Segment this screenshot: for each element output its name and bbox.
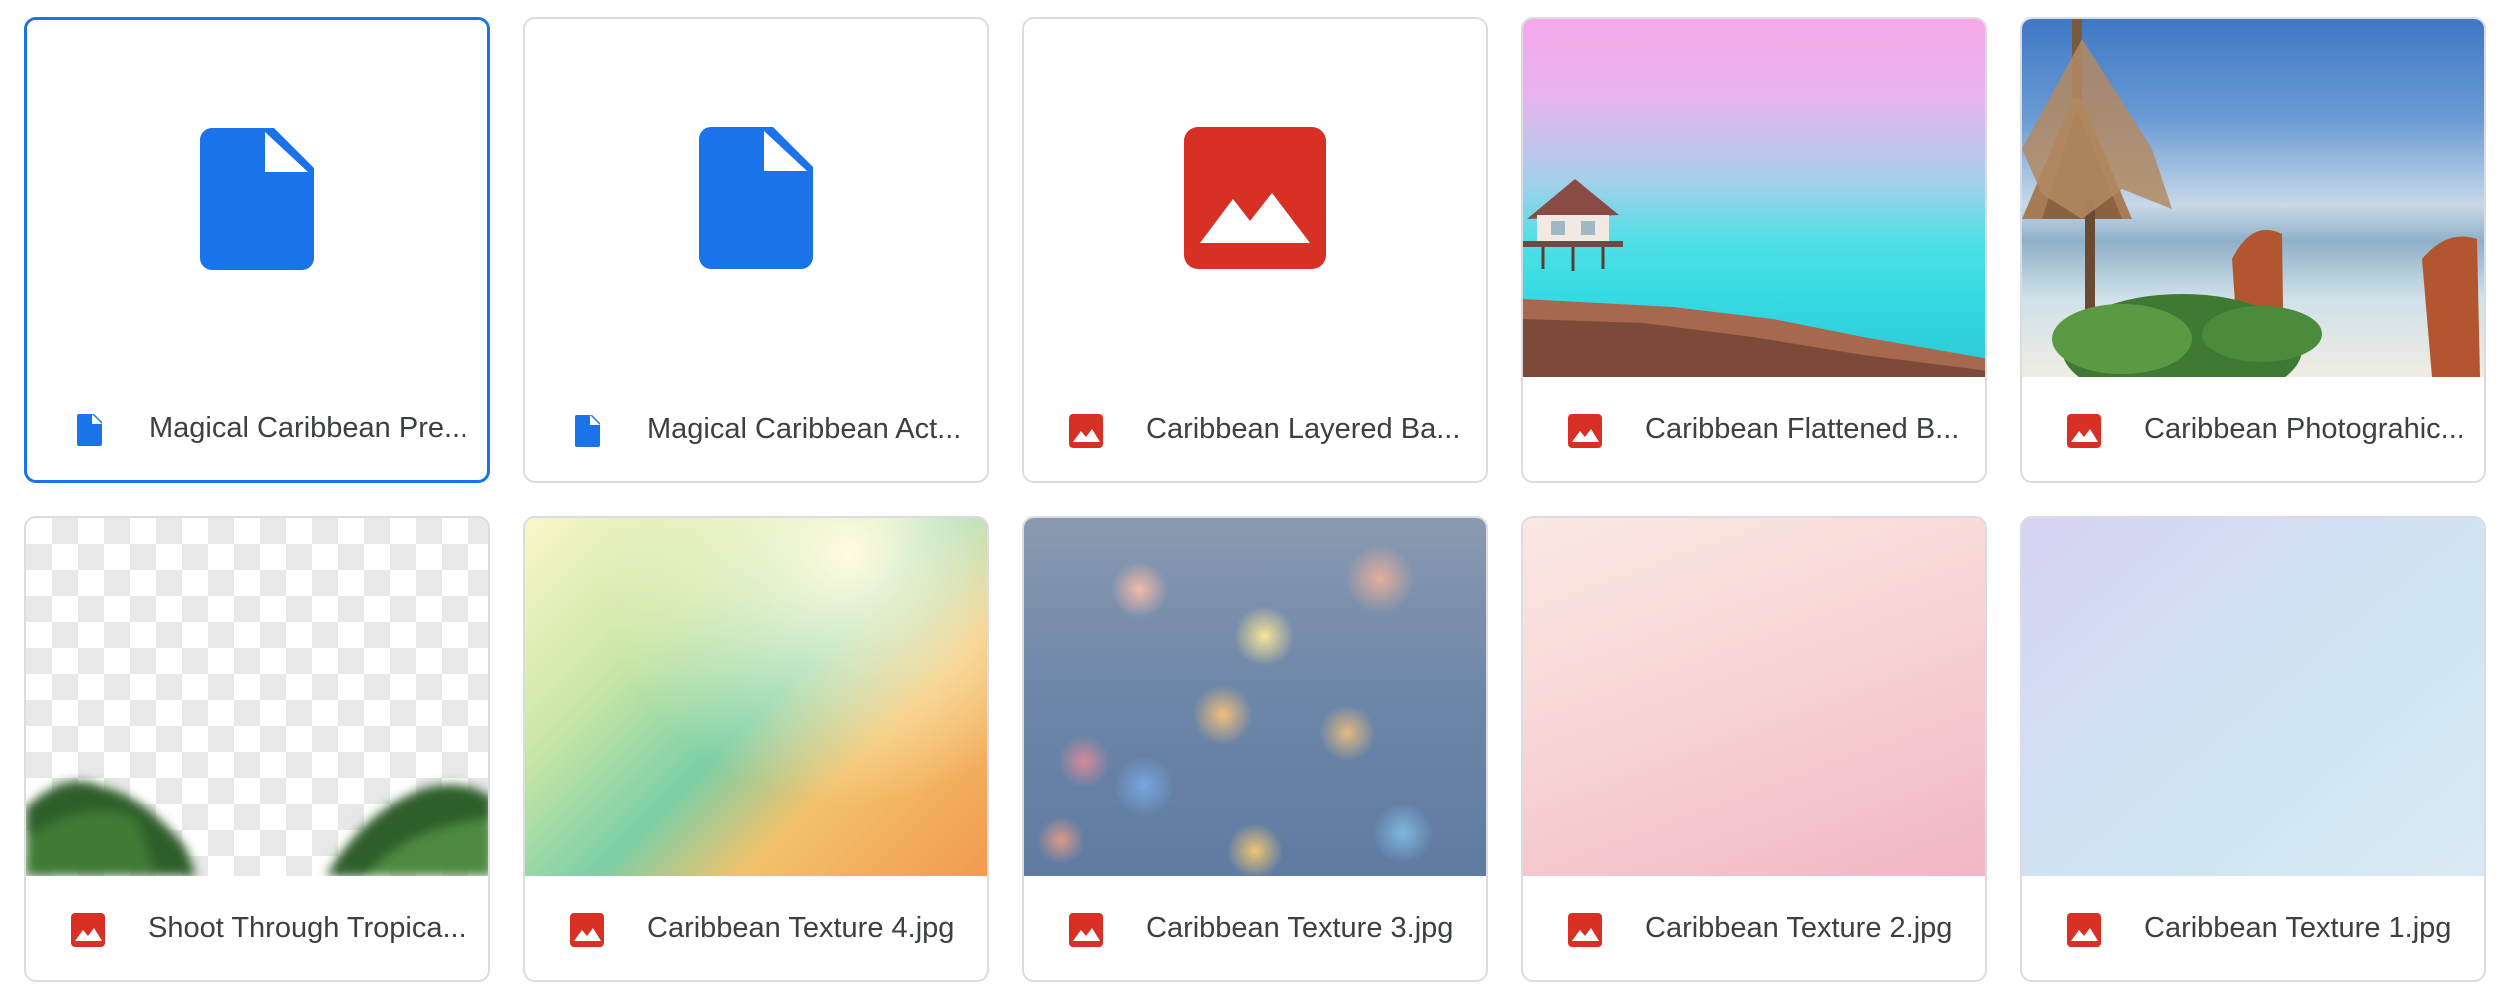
file-card-caribbean-flattened[interactable]: Caribbean Flattened B...: [1521, 17, 1987, 483]
image-icon: [2067, 913, 2101, 947]
image-thumbnail: [2022, 19, 2484, 377]
image-icon: [2067, 414, 2101, 448]
document-icon: [77, 414, 102, 446]
file-card-caribbean-texture-3[interactable]: Caribbean Texture 3.jpg: [1022, 516, 1488, 982]
document-icon: [200, 128, 314, 270]
file-name: Caribbean Texture 1.jpg: [2144, 912, 2452, 944]
image-icon: [1568, 414, 1602, 448]
image-icon: [570, 913, 604, 947]
file-name: Caribbean Texture 4.jpg: [647, 912, 955, 944]
document-icon: [699, 127, 813, 269]
file-footer: Caribbean Texture 2.jpg: [1523, 874, 1985, 980]
image-icon: [1069, 414, 1103, 448]
file-name: Caribbean Photograhic...: [2144, 413, 2462, 445]
file-card-magical-caribbean-pre[interactable]: Magical Caribbean Pre...: [24, 17, 490, 483]
file-preview: [1024, 19, 1486, 377]
file-card-caribbean-texture-4[interactable]: Caribbean Texture 4.jpg: [523, 516, 989, 982]
image-icon: [71, 913, 105, 947]
file-name: Shoot Through Tropica...: [148, 912, 466, 944]
file-card-caribbean-layered[interactable]: Caribbean Layered Ba...: [1022, 17, 1488, 483]
file-card-caribbean-texture-2[interactable]: Caribbean Texture 2.jpg: [1521, 516, 1987, 982]
file-footer: Caribbean Layered Ba...: [1024, 375, 1486, 481]
image-icon: [1184, 127, 1326, 269]
image-thumbnail: [525, 518, 987, 876]
resort-scene-art: [1523, 179, 1985, 377]
image-icon: [1069, 913, 1103, 947]
image-thumbnail: [26, 518, 488, 876]
file-card-shoot-through-tropical[interactable]: Shoot Through Tropica...: [24, 516, 490, 982]
file-footer: Caribbean Flattened B...: [1523, 375, 1985, 481]
file-footer: Magical Caribbean Pre...: [27, 374, 487, 480]
palm-leaves-art: [26, 781, 488, 876]
file-card-caribbean-photograhic[interactable]: Caribbean Photograhic...: [2020, 17, 2486, 483]
file-footer: Caribbean Texture 1.jpg: [2022, 874, 2484, 980]
file-card-caribbean-texture-1[interactable]: Caribbean Texture 1.jpg: [2020, 516, 2486, 982]
image-thumbnail: [2022, 518, 2484, 876]
file-footer: Caribbean Photograhic...: [2022, 375, 2484, 481]
image-thumbnail: [1523, 19, 1985, 377]
file-name: Caribbean Layered Ba...: [1146, 413, 1461, 445]
file-card-magical-caribbean-act[interactable]: Magical Caribbean Act...: [523, 17, 989, 483]
file-footer: Caribbean Texture 4.jpg: [525, 874, 987, 980]
beach-scene-art: [2022, 19, 2480, 377]
file-preview: [27, 20, 487, 378]
file-name: Caribbean Flattened B...: [1645, 413, 1960, 445]
file-name: Magical Caribbean Pre...: [149, 412, 465, 444]
image-icon: [1568, 913, 1602, 947]
image-thumbnail: [1024, 518, 1486, 876]
file-footer: Shoot Through Tropica...: [26, 874, 488, 980]
file-preview: [525, 19, 987, 377]
file-grid: Magical Caribbean Pre... Magical Caribbe…: [24, 17, 2486, 982]
file-name: Caribbean Texture 3.jpg: [1146, 912, 1454, 944]
file-footer: Caribbean Texture 3.jpg: [1024, 874, 1486, 980]
file-footer: Magical Caribbean Act...: [525, 375, 987, 481]
file-name: Magical Caribbean Act...: [647, 413, 962, 445]
image-thumbnail: [1523, 518, 1985, 876]
document-icon: [575, 415, 600, 447]
file-name: Caribbean Texture 2.jpg: [1645, 912, 1953, 944]
